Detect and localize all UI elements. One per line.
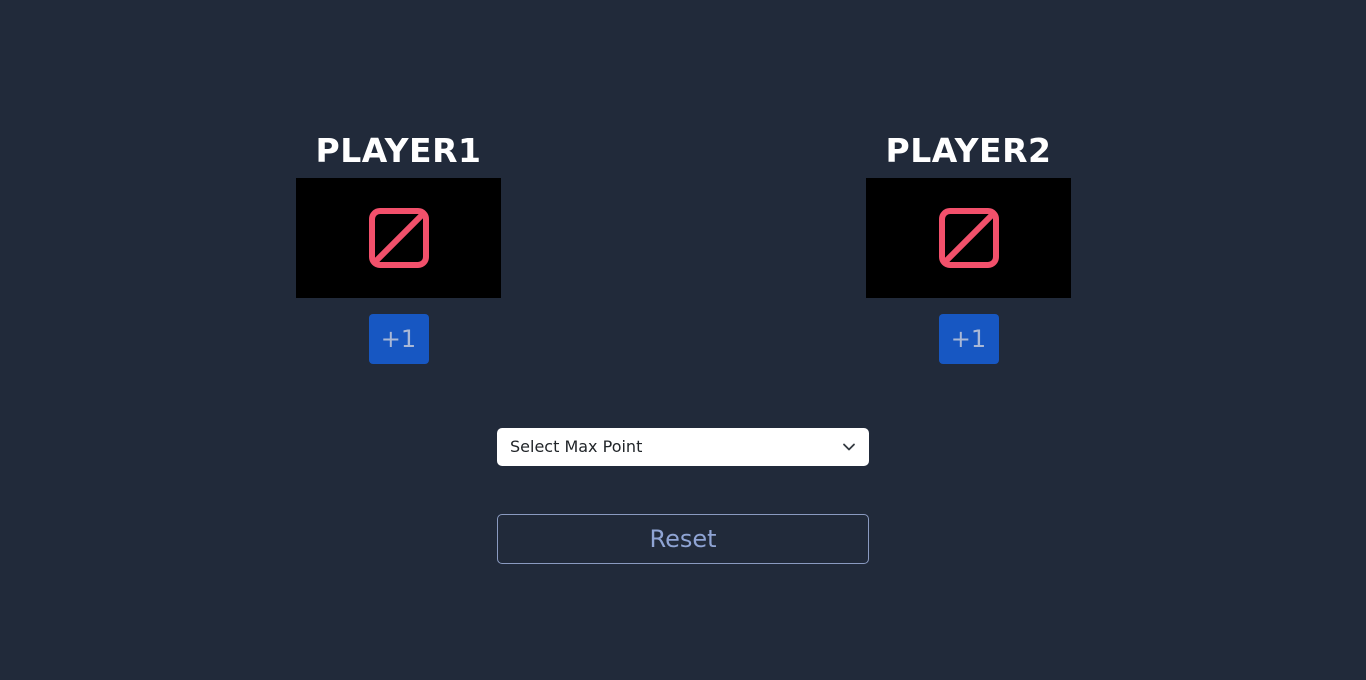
reset-button[interactable]: Reset — [497, 514, 869, 564]
max-point-select-value: Select Max Point — [510, 437, 643, 456]
player2-score-display — [866, 178, 1071, 298]
player1-increment-button[interactable]: +1 — [368, 314, 429, 364]
player2-increment-button[interactable]: +1 — [938, 314, 999, 364]
player2-panel: PLAYER2 +1 — [866, 128, 1071, 364]
chevron-down-icon — [843, 443, 855, 451]
slashed-square-icon — [368, 208, 429, 268]
player1-panel: PLAYER1 +1 — [296, 128, 501, 364]
player1-name: PLAYER1 — [315, 131, 482, 170]
slashed-square-icon — [938, 208, 999, 268]
max-point-select[interactable]: Select Max Point — [497, 428, 869, 466]
player1-score-display — [296, 178, 501, 298]
player2-name: PLAYER2 — [885, 131, 1052, 170]
